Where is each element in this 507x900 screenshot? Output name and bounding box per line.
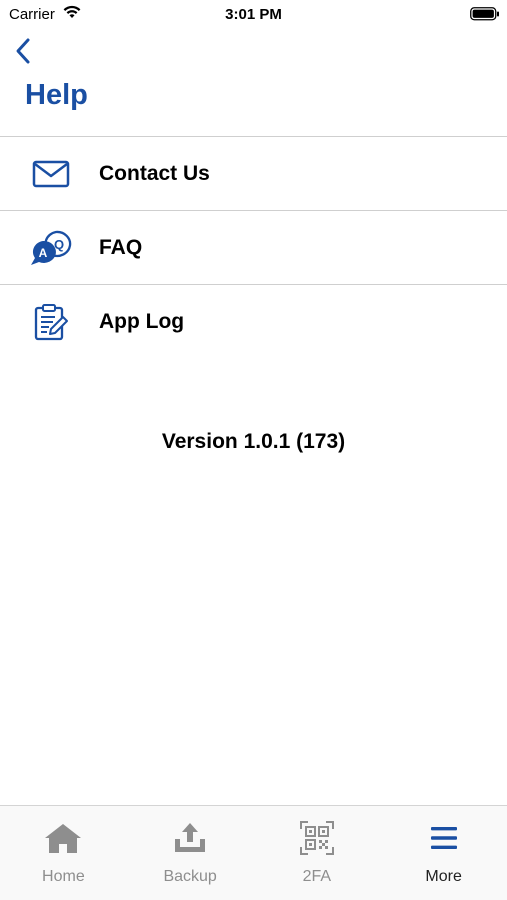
tab-label: Backup — [163, 868, 217, 885]
tab-more[interactable]: More — [380, 806, 507, 900]
tab-2fa[interactable]: 2FA — [254, 806, 381, 900]
faq-item[interactable]: Q A FAQ — [0, 211, 507, 285]
status-bar: Carrier 3:01 PM — [0, 0, 507, 30]
tab-bar: Home Backup 2FA More — [0, 805, 507, 900]
tab-backup[interactable]: Backup — [127, 806, 254, 900]
home-icon — [43, 820, 83, 856]
menu-item-label: FAQ — [99, 235, 143, 259]
battery-icon — [470, 7, 500, 26]
envelope-icon — [28, 154, 74, 194]
tab-label: More — [425, 868, 462, 885]
menu-item-label: App Log — [99, 310, 185, 333]
app-log-item[interactable]: App Log — [0, 285, 507, 359]
chevron-left-icon — [15, 37, 31, 70]
contact-us-item[interactable]: Contact Us — [0, 137, 507, 211]
status-time: 3:01 PM — [225, 6, 282, 23]
hamburger-menu-icon — [424, 820, 464, 856]
page-title: Help — [25, 79, 88, 111]
tab-home[interactable]: Home — [0, 806, 127, 900]
svg-text:A: A — [39, 246, 48, 260]
back-button[interactable] — [8, 36, 38, 70]
upload-icon — [170, 820, 210, 856]
menu-item-label: Contact Us — [99, 161, 210, 185]
version-label: Version 1.0.1 (173) — [161, 430, 346, 453]
clipboard-edit-icon — [28, 302, 74, 342]
tab-label: Home — [42, 868, 85, 885]
faq-chat-icon: Q A — [28, 228, 74, 268]
help-menu-list: Contact Us Q A FAQ App Log — [0, 136, 507, 359]
qr-code-icon — [297, 820, 337, 856]
tab-label: 2FA — [302, 868, 332, 885]
